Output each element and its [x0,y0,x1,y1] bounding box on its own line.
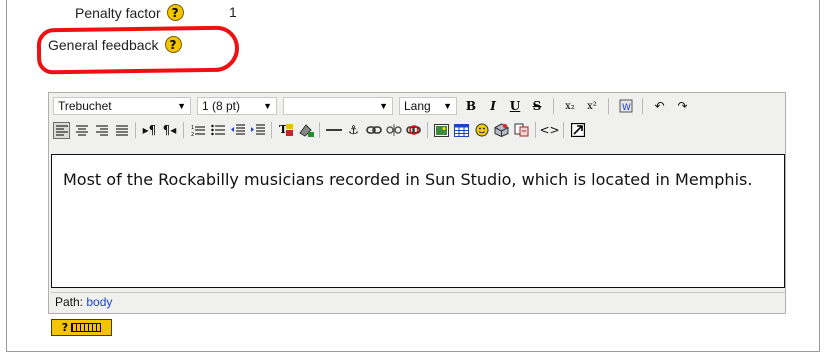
font-family-value: Trebuchet [58,99,112,113]
toolbar-separator [271,122,272,138]
align-right-icon[interactable] [93,122,110,139]
help-question-glyph: ? [61,321,69,334]
keyboard-icon [71,323,102,332]
svg-text:1: 1 [191,125,194,131]
path-label: Path: [55,295,84,309]
indent-icon[interactable] [249,122,266,139]
toolbar-separator [427,122,428,138]
html-source-icon[interactable]: <> [539,122,559,139]
path-bar: Path: body [51,292,785,311]
align-left-icon[interactable] [53,121,70,139]
clean-word-icon[interactable]: W [617,98,634,115]
penalty-factor-label: Penalty factor [75,4,161,21]
outdent-icon[interactable] [229,122,246,139]
toolbar-separator [135,122,136,138]
redo-icon[interactable]: ↷ [674,98,691,115]
path-body-link[interactable]: body [86,295,112,309]
help-icon[interactable]: ? [166,4,184,21]
lang-select[interactable]: Lang ▼ [399,97,457,115]
search-replace-icon[interactable] [513,122,530,139]
anchor-icon[interactable]: ⚓ [345,122,362,139]
strikethrough-button[interactable]: S [529,97,545,115]
toolbar-separator [553,98,554,114]
keyboard-help-button[interactable]: ? [51,319,112,336]
editor-toolbar-bottom: ▸¶ ¶◂ 12 T ⚓ <> [53,119,783,141]
italic-button[interactable]: I [485,97,501,115]
html-editor: Trebuchet ▼ 1 (8 pt) ▼ ▼ Lang ▼ B I U S … [48,92,786,314]
insert-special-char-icon[interactable] [493,122,510,139]
bold-button[interactable]: B [463,97,479,115]
superscript-button[interactable]: x² [584,97,600,115]
dropdown-arrow-icon: ▼ [263,101,272,111]
ordered-list-icon[interactable]: 12 [189,122,206,139]
toolbar-separator [608,98,609,114]
align-center-icon[interactable] [73,122,90,139]
unlink-icon[interactable] [385,122,402,139]
dropdown-arrow-icon: ▼ [443,101,452,111]
undo-icon[interactable]: ↶ [651,98,668,115]
dropdown-arrow-icon: ▼ [177,101,186,111]
unordered-list-icon[interactable] [209,122,226,139]
format-select[interactable]: ▼ [283,97,393,115]
font-family-select[interactable]: Trebuchet ▼ [53,97,191,115]
svg-text:W: W [622,103,631,113]
toolbar-separator [563,122,564,138]
subscript-button[interactable]: x₂ [562,97,578,115]
prevent-autolink-icon[interactable] [405,122,422,139]
rtl-direction-icon[interactable]: ¶◂ [161,122,178,139]
red-circle-annotation [36,25,240,75]
insert-link-icon[interactable] [365,122,382,139]
penalty-factor-value: 1 [229,4,237,20]
toolbar-separator [535,122,536,138]
font-size-value: 1 (8 pt) [202,99,241,113]
toolbar-separator [319,122,320,138]
toolbar-separator [183,122,184,138]
fullscreen-icon[interactable] [569,122,586,139]
insert-image-icon[interactable] [433,122,450,139]
editor-content-area[interactable]: Most of the Rockabilly musicians recorde… [51,154,785,288]
background-color-icon[interactable] [297,122,314,139]
svg-text:2: 2 [191,132,194,136]
horizontal-rule-icon[interactable] [325,122,342,139]
align-justify-icon[interactable] [113,122,130,139]
underline-button[interactable]: U [507,97,523,115]
lang-value: Lang [404,99,431,113]
font-size-select[interactable]: 1 (8 pt) ▼ [197,97,277,115]
smiley-icon[interactable] [473,122,490,139]
penalty-factor-row: Penalty factor ? [75,4,184,21]
text-color-icon[interactable]: T [277,122,294,139]
ltr-direction-icon[interactable]: ▸¶ [141,122,158,139]
editor-toolbar-top: Trebuchet ▼ 1 (8 pt) ▼ ▼ Lang ▼ B I U S … [53,96,783,116]
dropdown-arrow-icon: ▼ [379,101,388,111]
insert-table-icon[interactable] [453,122,470,139]
question-form-panel: Penalty factor ? 1 General feedback ? Tr… [6,0,820,352]
toolbar-separator [642,98,643,114]
